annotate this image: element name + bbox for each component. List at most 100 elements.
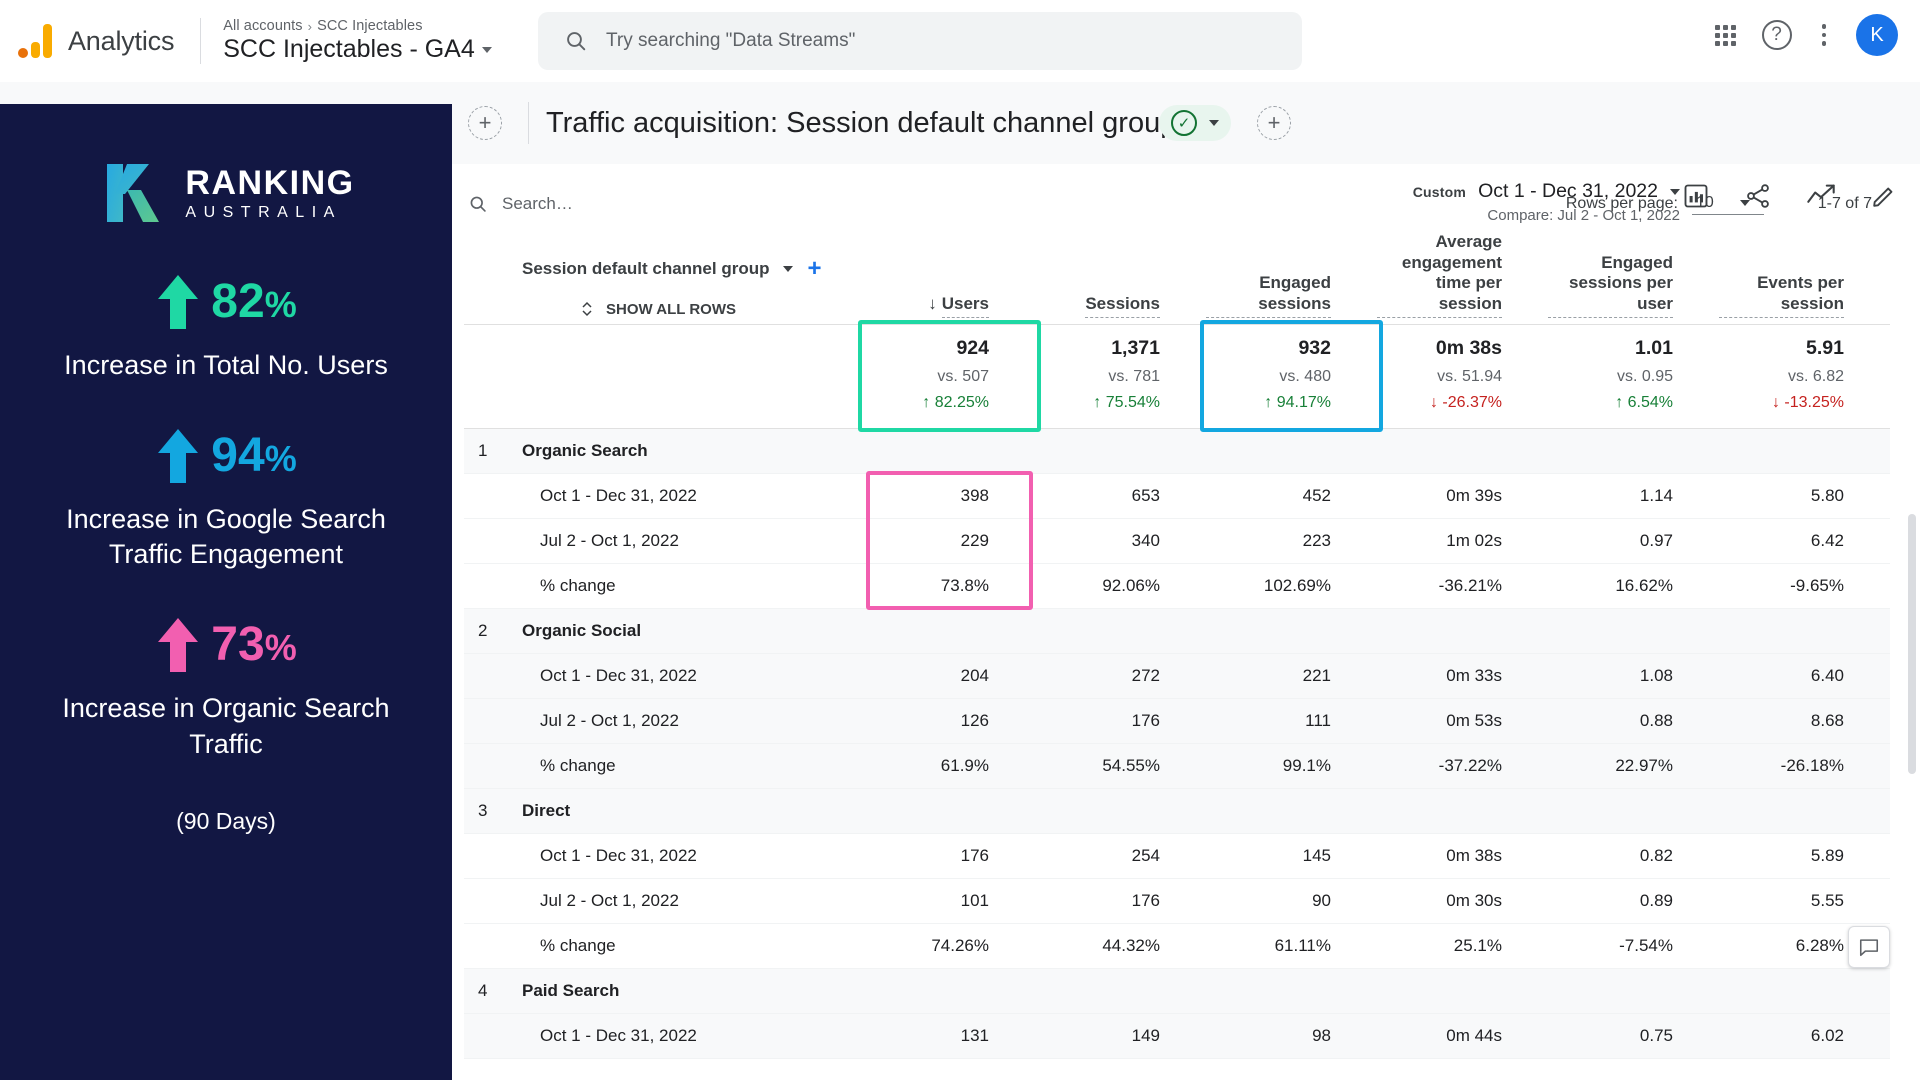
divider — [200, 18, 202, 64]
table-row[interactable]: Oct 1 - Dec 31, 2022 204 272 221 0m 33s 1.08 6… — [464, 653, 1890, 699]
metric-cell: 22.97% — [1548, 743, 1719, 789]
metric-cell: 5.55 — [1719, 878, 1890, 924]
add-comparison-button[interactable]: + — [468, 106, 502, 140]
table-row[interactable]: Oct 1 - Dec 31, 2022 398 653 452 0m 39s 1.14 5… — [464, 473, 1890, 519]
row-label: Jul 2 - Oct 1, 2022 — [540, 890, 679, 910]
row-label-cell: Oct 1 - Dec 31, 2022 — [464, 1013, 864, 1059]
metric-cell: 101 — [864, 878, 1035, 924]
group-empty-cell — [864, 788, 1890, 834]
row-label-cell: Oct 1 - Dec 31, 2022 — [464, 833, 864, 879]
summary-comparison: vs. 0.95 — [1616, 367, 1673, 385]
summary-change: ↑ 75.54% — [1093, 393, 1160, 411]
plus-icon[interactable]: + — [807, 256, 821, 281]
insights-chart-icon[interactable] — [1682, 182, 1710, 210]
arrow-down-icon: ↓ — [928, 294, 937, 314]
stat-caption: Increase in Organic Search Traffic — [62, 692, 390, 759]
metric-header-events-per-session[interactable]: Events per session — [1719, 232, 1890, 325]
date-range-selector[interactable]: Custom Oct 1 - Dec 31, 2022 Compare: Jul… — [1413, 180, 1680, 224]
metric-cell: 0.97 — [1548, 518, 1719, 564]
breadcrumb: All accounts › SCC Injectables — [223, 18, 492, 34]
table-group-row[interactable]: 4 Paid Search — [464, 968, 1890, 1014]
pencil-edit-icon[interactable] — [1870, 182, 1898, 210]
metric-header-users[interactable]: ↓ Users — [864, 232, 1035, 325]
metric-header-sessions[interactable]: Sessions — [1035, 232, 1206, 325]
metric-cell: 6.40 — [1719, 653, 1890, 699]
row-index: 3 — [478, 800, 488, 820]
global-search-box[interactable] — [538, 12, 1302, 70]
search-icon — [470, 196, 486, 212]
metric-cell: 61.11% — [1206, 923, 1377, 969]
table-group-row[interactable]: 2 Organic Social — [464, 608, 1890, 654]
share-icon[interactable] — [1744, 182, 1772, 210]
table-row[interactable]: Oct 1 - Dec 31, 2022 131 149 98 0m 44s 0.75 6.… — [464, 1013, 1890, 1059]
metric-label: Events per session — [1719, 273, 1844, 318]
search-input[interactable] — [606, 30, 1226, 52]
property-name[interactable]: SCC Injectables - GA4 — [223, 35, 492, 64]
group-label-cell: 1 Organic Search — [464, 428, 864, 474]
account-selector[interactable]: All accounts › SCC Injectables SCC Injec… — [223, 18, 492, 64]
metric-cell: 0m 53s — [1377, 698, 1548, 744]
row-label: % change — [540, 935, 616, 955]
metric-header-engaged-sessions[interactable]: Engaged sessions — [1206, 232, 1377, 325]
table-group-row[interactable]: 1 Organic Search — [464, 428, 1890, 474]
metric-cell: 398 — [864, 473, 1035, 519]
vertical-scrollbar[interactable] — [1908, 514, 1916, 774]
status-badge[interactable]: ✓ — [1159, 105, 1231, 141]
arrow-up-icon — [158, 275, 199, 329]
metric-cell: 229 — [864, 518, 1035, 564]
row-label: Oct 1 - Dec 31, 2022 — [540, 1025, 697, 1045]
breadcrumb-account: SCC Injectables — [317, 18, 423, 34]
traffic-acquisition-table: Session default channel group + SHOW ALL… — [464, 232, 1890, 1059]
show-all-rows-button[interactable]: SHOW ALL ROWS — [522, 301, 864, 318]
metric-cell: 452 — [1206, 473, 1377, 519]
row-label-cell: Oct 1 - Dec 31, 2022 — [464, 473, 864, 519]
table-row[interactable]: % change 74.26% 44.32% 61.11% 25.1% -7.54% 6.2… — [464, 923, 1890, 969]
analytics-logo-icon — [18, 24, 52, 58]
metric-cell: 0.89 — [1548, 878, 1719, 924]
kebab-menu-icon[interactable] — [1818, 20, 1831, 50]
avatar[interactable]: K — [1856, 14, 1898, 56]
summary-value: 5.91 — [1806, 336, 1844, 359]
summary-value: 932 — [1298, 336, 1331, 359]
table-search-box[interactable] — [468, 194, 842, 214]
add-filter-button[interactable]: + — [1257, 106, 1291, 140]
metric-cell: 223 — [1206, 518, 1377, 564]
table-row[interactable]: Oct 1 - Dec 31, 2022 176 254 145 0m 38s 0.82 5… — [464, 833, 1890, 879]
summary-value: 924 — [956, 336, 989, 359]
dimension-selector[interactable]: Session default channel group + — [522, 256, 864, 281]
data-table-card: Rows per page: 10 1-7 of 7 — [464, 176, 1890, 1059]
row-label-cell: Oct 1 - Dec 31, 2022 — [464, 653, 864, 699]
table-row[interactable]: Jul 2 - Oct 1, 2022 229 340 223 1m 02s 0.97 6.… — [464, 518, 1890, 564]
metric-cell: 272 — [1035, 653, 1206, 699]
row-label-cell: % change — [464, 923, 864, 969]
row-label: Oct 1 - Dec 31, 2022 — [540, 485, 697, 505]
group-label-cell: 2 Organic Social — [464, 608, 864, 654]
metric-cell: 92.06% — [1035, 563, 1206, 609]
apps-grid-icon[interactable] — [1714, 24, 1736, 46]
metric-label: Engaged sessions per user — [1548, 253, 1673, 318]
summary-value: 1.01 — [1635, 336, 1673, 359]
help-icon[interactable]: ? — [1761, 20, 1792, 50]
metric-cell: 73.8% — [864, 563, 1035, 609]
summary-metric-cell: 1,371 vs. 781 ↑ 75.54% — [1035, 324, 1206, 429]
table-group-row[interactable]: 3 Direct — [464, 788, 1890, 834]
table-row[interactable]: % change 73.8% 92.06% 102.69% -36.21% 16.62% -… — [464, 563, 1890, 609]
table-row[interactable]: % change 61.9% 54.55% 99.1% -37.22% 22.97% -26… — [464, 743, 1890, 789]
metric-cell: 149 — [1035, 1013, 1206, 1059]
analytics-top-bar: Analytics All accounts › SCC Injectables… — [0, 0, 1920, 82]
metric-header-avg-engagement-time[interactable]: Average engagement time per session — [1377, 232, 1548, 325]
feedback-button[interactable] — [1848, 926, 1890, 968]
metric-cell: 176 — [1035, 878, 1206, 924]
metric-cell: 0.88 — [1548, 698, 1719, 744]
table-row[interactable]: Jul 2 - Oct 1, 2022 101 176 90 0m 30s 0.89 5.5… — [464, 878, 1890, 924]
summary-value: 0m 38s — [1435, 336, 1502, 359]
stat-value: 73 — [211, 617, 265, 671]
row-label-cell: Jul 2 - Oct 1, 2022 — [464, 518, 864, 564]
table-search-input[interactable] — [502, 194, 842, 214]
metric-header-engaged-sessions-per-user[interactable]: Engaged sessions per user — [1548, 232, 1719, 325]
chevron-down-icon — [783, 265, 794, 272]
trend-line-icon[interactable] — [1806, 182, 1836, 210]
table-row[interactable]: Jul 2 - Oct 1, 2022 126 176 111 0m 53s 0.88 8.… — [464, 698, 1890, 744]
group-empty-cell — [864, 968, 1890, 1014]
metric-cell: 111 — [1206, 698, 1377, 744]
